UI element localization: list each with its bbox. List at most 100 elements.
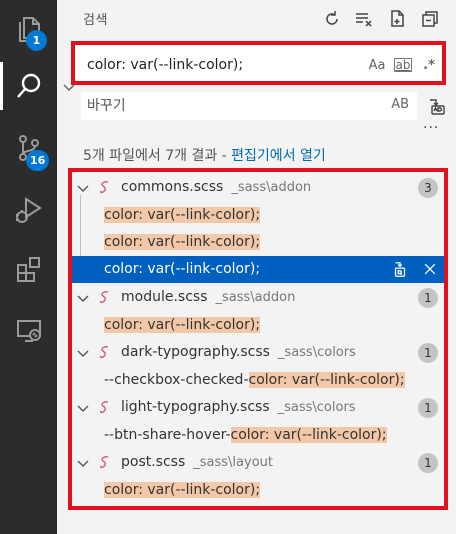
replace-all-icon [430,99,445,115]
activity-explorer[interactable]: 1 [0,0,57,56]
chevron-down-icon [77,295,89,302]
file-path: _sass\addon [215,290,296,305]
search-sidebar: 검색 color: var(--link-color); Aa ab .* 바꾸… [57,0,456,534]
replace-all-button[interactable] [425,94,449,118]
sass-file-icon [99,181,109,194]
file-path: _sass\colors [277,345,356,360]
remote-explorer-icon [16,320,41,342]
dismiss-button[interactable] [420,259,440,279]
regex-toggle[interactable]: .* [418,55,440,75]
match-highlight: color: var(--link-color); [104,482,261,498]
sidebar-header: 검색 [57,0,456,38]
file-name: post.scss _sass\layout [121,454,273,470]
file-row[interactable]: dark-typography.scss _sass\colors 1 [72,339,444,366]
match-row[interactable]: color: var(--link-color); [72,477,444,504]
file-name-text: commons.scss [121,179,224,195]
collapse-all-button[interactable] [419,8,441,30]
file-path: _sass\addon [231,180,312,195]
preserve-case-toggle[interactable]: AB [391,97,409,112]
sass-file-icon [99,401,109,414]
file-name: module.scss _sass\addon [121,289,295,305]
new-search-editor-button[interactable] [387,8,409,30]
scm-badge: 16 [26,150,50,171]
match-text: --btn-share-hover-color: var(--link-colo… [104,427,387,443]
match-case-toggle[interactable]: Aa [366,55,388,75]
activity-run-debug[interactable] [0,182,57,238]
results-summary: 5개 파일에서 7개 결과 - 편집기에서 열기 [83,145,326,165]
file-name-text: post.scss [121,454,186,470]
match-count-badge: 3 [418,178,438,198]
activity-remote-explorer[interactable] [0,302,57,358]
match-row-selected[interactable]: color: var(--link-color); [72,256,444,283]
search-input[interactable] [87,55,357,75]
chevron-down-icon [77,350,89,357]
match-count-badge: 1 [418,288,438,308]
file-path: _sass\colors [277,400,356,415]
replace-input[interactable] [87,96,367,116]
more-options-button[interactable]: ··· [423,120,439,136]
replace-icon [394,262,406,277]
chevron-down-icon [77,460,89,467]
summary-text: 5개 파일에서 7개 결과 - [83,148,232,164]
file-row[interactable]: module.scss _sass\addon 1 [72,284,444,311]
match-text: --checkbox-checked-color: var(--link-col… [104,372,405,388]
file-row[interactable]: light-typography.scss _sass\colors 1 [72,394,444,421]
open-in-editor-link[interactable]: 편집기에서 열기 [231,148,326,164]
collapse-all-icon [422,11,438,27]
match-highlight: color: var(--link-color); [230,427,387,443]
match-text: color: var(--link-color); [104,234,261,250]
match-count-badge: 1 [418,398,438,418]
file-path: _sass\layout [193,455,273,470]
activity-extensions[interactable] [0,242,57,298]
replace-button[interactable] [390,259,410,279]
clear-results-icon [356,13,372,27]
toggle-replace-chevron-icon[interactable] [61,79,77,95]
replace-box: AB [81,92,417,120]
match-count-badge: 1 [418,343,438,363]
match-row[interactable]: --btn-share-hover-color: var(--link-colo… [72,422,444,449]
match-highlight: color: var(--link-color); [104,261,261,277]
clear-results-button[interactable] [353,8,375,30]
match-row[interactable]: --checkbox-checked-color: var(--link-col… [72,367,444,394]
match-row[interactable]: color: var(--link-color); [72,229,444,256]
sass-file-icon [99,291,109,304]
extensions-icon [16,257,40,282]
activity-source-control[interactable]: 16 [0,120,57,176]
match-prefix: --checkbox-checked- [104,372,249,388]
match-text: color: var(--link-color); [104,317,261,333]
run-debug-icon [15,197,42,223]
match-text: color: var(--link-color); [104,261,260,277]
sidebar-title: 검색 [83,13,108,28]
whole-word-label: ab [393,58,413,72]
file-name-text: module.scss [121,289,208,305]
file-name-text: dark-typography.scss [121,344,270,360]
sass-file-icon [99,456,109,469]
match-row[interactable]: color: var(--link-color); [72,202,444,229]
sass-file-icon [99,346,109,359]
refresh-icon [326,11,338,25]
file-name-text: light-typography.scss [121,399,270,415]
results-tree: commons.scss _sass\addon 3 color: var(--l… [68,168,448,510]
file-row[interactable]: commons.scss _sass\addon 3 [72,174,444,201]
match-prefix: --btn-share-hover- [104,427,231,443]
close-icon [424,263,436,275]
whole-word-toggle[interactable]: ab [392,55,414,75]
match-text: color: var(--link-color); [104,482,261,498]
file-name: light-typography.scss _sass\colors [121,399,356,415]
file-name: commons.scss _sass\addon [121,179,311,195]
match-highlight: color: var(--link-color); [248,372,405,388]
search-box: Aa ab .* [71,41,446,85]
match-highlight: color: var(--link-color); [104,317,261,333]
match-text: color: var(--link-color); [104,207,261,223]
chevron-down-icon [77,185,89,192]
match-row[interactable]: color: var(--link-color); [72,312,444,339]
new-search-editor-icon [391,10,404,27]
file-row[interactable]: post.scss _sass\layout 1 [72,449,444,476]
match-count-badge: 1 [418,453,438,473]
explorer-badge: 1 [26,30,47,51]
chevron-down-icon [77,405,89,412]
match-highlight: color: var(--link-color); [104,234,261,250]
refresh-button[interactable] [321,8,343,30]
search-icon [16,73,40,98]
activity-search[interactable] [0,58,57,114]
